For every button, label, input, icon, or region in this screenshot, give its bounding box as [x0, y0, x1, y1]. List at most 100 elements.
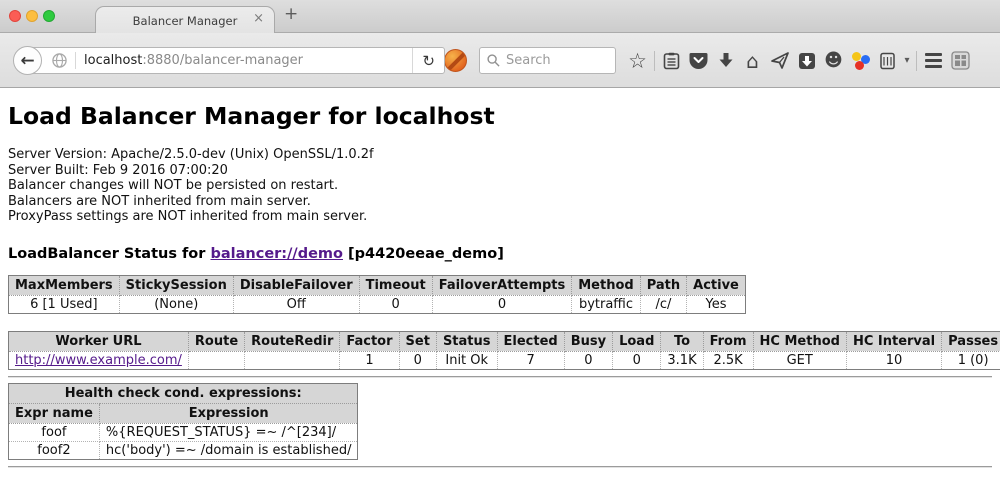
- url-path: :8880/balancer-manager: [142, 53, 303, 68]
- emoji-icon[interactable]: ☻: [820, 47, 847, 74]
- column-header: Status: [436, 331, 497, 351]
- notice-line: Balancer changes will NOT be persisted o…: [8, 178, 992, 194]
- table-header-row: MaxMembers StickySession DisableFailover…: [9, 275, 746, 295]
- colors-icon[interactable]: [847, 47, 874, 74]
- cell-timeout: 0: [359, 295, 432, 313]
- column-header: Method: [572, 275, 640, 295]
- toolbar-divider: [916, 51, 917, 71]
- column-header: Worker URL: [9, 331, 189, 351]
- chevron-down-icon[interactable]: ▾: [901, 47, 913, 74]
- url-input[interactable]: localhost:8880/balancer-manager: [84, 53, 412, 68]
- server-info: Server Version: Apache/2.5.0-dev (Unix) …: [8, 147, 992, 225]
- column-header: To: [661, 331, 703, 351]
- cell-set: 0: [399, 351, 436, 369]
- video-download-icon[interactable]: [793, 47, 820, 74]
- zoom-window-button[interactable]: [43, 10, 55, 22]
- cell-route: [188, 351, 244, 369]
- cell-busy: 0: [564, 351, 612, 369]
- worker-url-link[interactable]: http://www.example.com/: [15, 353, 182, 368]
- titlebar: Balancer Manager × +: [0, 0, 1000, 33]
- cell-load: 0: [613, 351, 661, 369]
- balancer-demo-link[interactable]: balancer://demo: [210, 246, 343, 262]
- column-header: From: [703, 331, 753, 351]
- cell-method: bytraffic: [572, 295, 640, 313]
- worker-row: http://www.example.com/ 1 0 Init Ok 7 0 …: [9, 351, 1000, 369]
- divider: [8, 466, 992, 468]
- close-window-button[interactable]: [9, 10, 21, 22]
- reading-list-icon[interactable]: [658, 47, 685, 74]
- column-header: Active: [687, 275, 746, 295]
- status-heading-suffix: [p4420eeae_demo]: [343, 246, 504, 262]
- balancer-settings-table: MaxMembers StickySession DisableFailover…: [8, 275, 746, 314]
- cell-active: Yes: [687, 295, 746, 313]
- page-content: Load Balancer Manager for localhost Serv…: [0, 88, 1000, 491]
- cell-hc-interval: 10: [846, 351, 941, 369]
- home-icon[interactable]: ⌂: [739, 47, 766, 74]
- tab-balancer-manager[interactable]: Balancer Manager ×: [95, 6, 275, 34]
- search-box[interactable]: [479, 47, 616, 74]
- back-button[interactable]: ←: [13, 46, 42, 75]
- new-tab-button[interactable]: +: [284, 4, 298, 24]
- column-header: Timeout: [359, 275, 432, 295]
- column-header: MaxMembers: [9, 275, 120, 295]
- script-blocker-icon[interactable]: [444, 49, 467, 72]
- cell-maxmembers: 6 [1 Used]: [9, 295, 120, 313]
- cell-from: 2.5K: [703, 351, 753, 369]
- notice-line: Balancers are NOT inherited from main se…: [8, 194, 992, 210]
- worker-table: Worker URL Route RouteRedir Factor Set S…: [8, 331, 1000, 370]
- container-icon[interactable]: [874, 47, 901, 74]
- url-bar[interactable]: localhost:8880/balancer-manager ↻: [27, 47, 445, 74]
- server-built-line: Server Built: Feb 9 2016 07:00:20: [8, 163, 992, 179]
- column-header: Path: [640, 275, 686, 295]
- column-header: Set: [399, 331, 436, 351]
- cell-path: /c/: [640, 295, 686, 313]
- cell-disablefailover: Off: [233, 295, 359, 313]
- column-header: Elected: [497, 331, 564, 351]
- search-input[interactable]: [506, 53, 608, 68]
- column-header: RouteRedir: [245, 331, 340, 351]
- tab-title: Balancer Manager: [133, 14, 238, 28]
- page-title: Load Balancer Manager for localhost: [8, 102, 992, 130]
- tab-groups-icon[interactable]: [947, 47, 974, 74]
- tab-close-icon[interactable]: ×: [253, 12, 264, 26]
- column-header: HC Method: [753, 331, 846, 351]
- column-header: Busy: [564, 331, 612, 351]
- column-header: Load: [613, 331, 661, 351]
- menu-icon[interactable]: [920, 47, 947, 74]
- table-header-row: Worker URL Route RouteRedir Factor Set S…: [9, 331, 1000, 351]
- table-row: 6 [1 Used] (None) Off 0 0 bytraffic /c/ …: [9, 295, 746, 313]
- table-row: foof %{REQUEST_STATUS} =~ /^[234]/: [9, 423, 358, 441]
- divider: [8, 376, 992, 378]
- pocket-icon[interactable]: [685, 47, 712, 74]
- globe-icon: [52, 53, 67, 68]
- column-header: Expr name: [9, 403, 100, 423]
- bookmark-star-icon[interactable]: ☆: [624, 47, 651, 74]
- cell-factor: 1: [340, 351, 399, 369]
- minimize-window-button[interactable]: [26, 10, 38, 22]
- cell-expression: %{REQUEST_STATUS} =~ /^[234]/: [99, 423, 358, 441]
- cell-failoverattempts: 0: [432, 295, 572, 313]
- send-tab-icon[interactable]: [766, 47, 793, 74]
- cell-elected: 7: [497, 351, 564, 369]
- cell-worker-url: http://www.example.com/: [9, 351, 189, 369]
- column-header: Passes: [942, 331, 1000, 351]
- column-header: Expression: [99, 403, 358, 423]
- table-header-row: Expr name Expression: [9, 403, 358, 423]
- cell-expr-name: foof2: [9, 441, 100, 459]
- table-row: foof2 hc('body') =~ /domain is establish…: [9, 441, 358, 459]
- table-title-row: Health check cond. expressions:: [9, 383, 358, 403]
- reload-icon[interactable]: ↻: [412, 48, 444, 73]
- cell-to: 3.1K: [661, 351, 703, 369]
- cell-passes: 1 (0): [942, 351, 1000, 369]
- toolbar-icons: ☆ ⌂ ☻ ▾: [624, 33, 974, 88]
- cell-hc-method: GET: [753, 351, 846, 369]
- downloads-icon[interactable]: [712, 47, 739, 74]
- cell-expr-name: foof: [9, 423, 100, 441]
- column-header: StickySession: [119, 275, 233, 295]
- column-header: HC Interval: [846, 331, 941, 351]
- url-divider: [75, 52, 76, 69]
- notice-line: ProxyPass settings are NOT inherited fro…: [8, 209, 992, 225]
- cell-status: Init Ok: [436, 351, 497, 369]
- status-heading-prefix: LoadBalancer Status for: [8, 246, 210, 262]
- health-table-title: Health check cond. expressions:: [9, 383, 358, 403]
